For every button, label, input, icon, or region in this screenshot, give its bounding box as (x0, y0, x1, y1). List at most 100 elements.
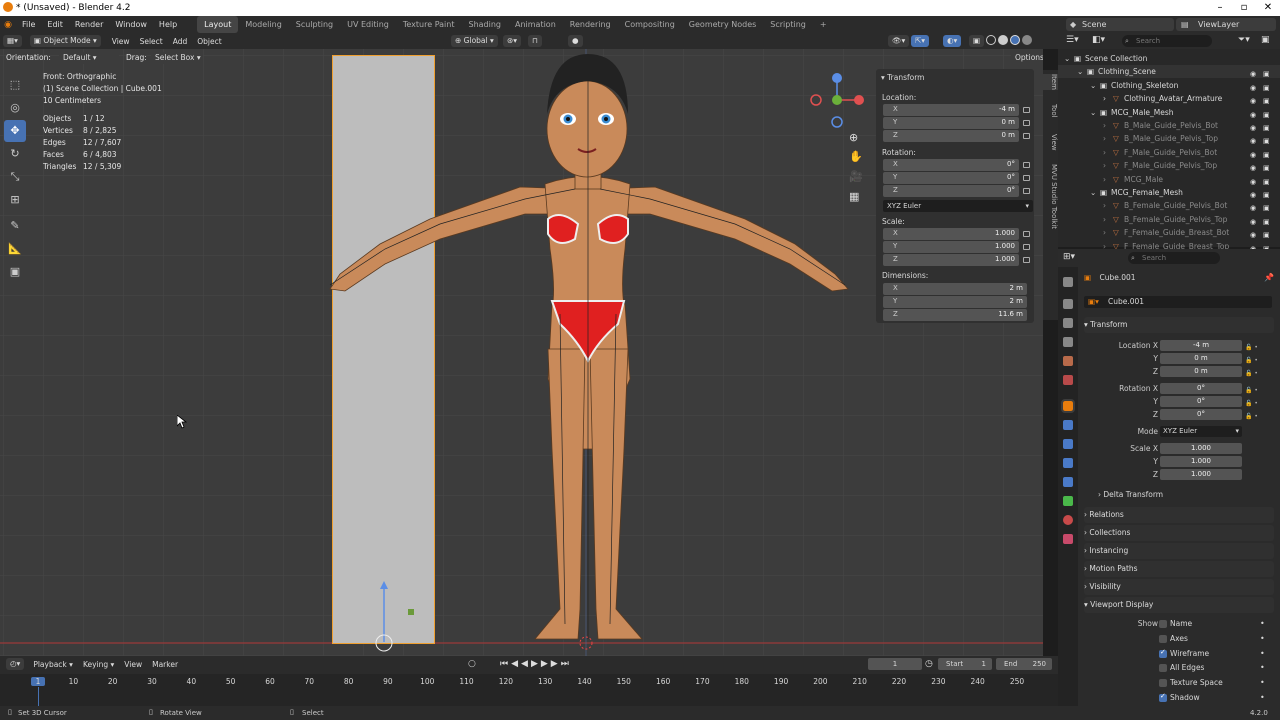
render-camera-icon[interactable]: ▣ (1263, 189, 1271, 199)
animate-property-icon[interactable]: • (1260, 678, 1265, 687)
expand-arrow-icon[interactable]: › (1103, 146, 1106, 159)
outliner-row[interactable]: ⌄ ▣ MCG_Male_Mesh ◉ ▣ (1058, 106, 1280, 119)
expand-arrow-icon[interactable]: › (1103, 199, 1106, 212)
outliner-row[interactable]: › ▽ F_Female_Guide_Breast_Bot ◉ ▣ (1058, 226, 1280, 239)
animate-property-icon[interactable]: • (1260, 693, 1265, 702)
editor-type-button[interactable]: ▦▾ (3, 35, 22, 47)
outliner-row[interactable]: › ▽ B_Male_Guide_Pelvis_Top ◉ ▣ (1058, 132, 1280, 145)
timeline-ruler[interactable]: 1 10 20 30 40 50 60 70 80 90 100 110 120 130 140 150 160… (0, 674, 1058, 706)
animate-property-icon[interactable]: • (1260, 649, 1265, 658)
prop-location-y[interactable]: 0 m (1160, 353, 1242, 364)
lock-icon[interactable] (1023, 107, 1030, 113)
location-z-field[interactable]: Z 0 m (883, 130, 1019, 142)
render-camera-icon[interactable]: ▣ (1263, 82, 1271, 92)
render-camera-icon[interactable]: ▣ (1263, 216, 1271, 226)
data-tab-icon[interactable] (1063, 496, 1073, 506)
lock-icon[interactable] (1023, 175, 1030, 181)
navigation-gizmo[interactable] (808, 71, 868, 131)
menu-add[interactable]: Add (168, 37, 193, 46)
outliner-row[interactable]: ⌄ ▣ Clothing_Skeleton ◉ ▣ (1058, 79, 1280, 92)
scene-tab-icon[interactable] (1063, 356, 1073, 366)
outliner-row[interactable]: › ▽ B_Female_Guide_Pelvis_Top ◉ ▣ (1058, 213, 1280, 226)
pivot-dropdown[interactable]: ⊛▾ (503, 35, 522, 47)
visibility-eye-icon[interactable]: ◉ (1250, 109, 1258, 119)
shading-modes[interactable] (986, 35, 1032, 45)
lock-icon[interactable] (1023, 257, 1030, 263)
outliner-row[interactable]: › ▽ MCG_Male ◉ ▣ (1058, 173, 1280, 186)
tab-layout[interactable]: Layout (197, 16, 239, 33)
proportional-edit-toggle[interactable]: ● (568, 35, 583, 47)
tab-shading[interactable]: Shading (461, 16, 508, 33)
outliner-row[interactable]: ⌄ ▣ MCG_Female_Mesh ◉ ▣ (1058, 186, 1280, 199)
material-tab-icon[interactable] (1063, 515, 1073, 525)
clock-icon[interactable]: ◷ (925, 659, 933, 669)
solid-shading-icon[interactable] (998, 35, 1008, 45)
xray-toggle[interactable]: ▣ (969, 35, 985, 47)
location-x-field[interactable]: X -4 m (883, 104, 1019, 116)
expand-arrow-icon[interactable]: ⌄ (1064, 52, 1070, 65)
expand-arrow-icon[interactable]: › (1103, 173, 1106, 186)
visibility-eye-icon[interactable]: ◉ (1250, 135, 1258, 145)
rendered-shading-icon[interactable] (1022, 35, 1032, 45)
start-frame-field[interactable]: Start 1 (938, 658, 992, 670)
outliner-row[interactable]: › ▽ B_Female_Guide_Pelvis_Bot ◉ ▣ (1058, 199, 1280, 212)
transform-section-header[interactable]: ▾ Transform (1084, 317, 1274, 333)
view-layer-tab-icon[interactable] (1063, 337, 1073, 347)
add-workspace-button[interactable]: + (813, 16, 834, 33)
prop-rotation-y[interactable]: 0° (1160, 396, 1242, 407)
prop-location-z[interactable]: 0 m (1160, 366, 1242, 377)
lock-icon[interactable]: 🔓 • (1245, 410, 1269, 423)
visibility-eye-icon[interactable]: ◉ (1250, 229, 1258, 239)
animate-property-icon[interactable]: • (1260, 663, 1265, 672)
show-option-checkbox[interactable] (1159, 679, 1167, 688)
lock-icon[interactable] (1023, 120, 1030, 126)
expand-arrow-icon[interactable]: ⌄ (1090, 79, 1096, 92)
measure-tool-icon[interactable]: 📐 (4, 238, 26, 260)
add-cube-tool-icon[interactable]: ▣ (4, 261, 26, 283)
pan-icon[interactable]: ✋ (849, 150, 863, 163)
menu-edit[interactable]: Edit (41, 16, 69, 33)
menu-object[interactable]: Object (192, 37, 226, 46)
visibility-eye-icon[interactable]: ◉ (1250, 162, 1258, 172)
dimensions-z-field[interactable]: Z 11.6 m (883, 309, 1027, 321)
visibility-eye-icon[interactable]: ◉ (1250, 189, 1258, 199)
visibility-eye-icon[interactable]: ◉ (1250, 95, 1258, 105)
tab-sculpting[interactable]: Sculpting (289, 16, 340, 33)
section-visibility[interactable]: › Visibility (1084, 579, 1274, 595)
transform-tool-icon[interactable]: ⊞ (4, 189, 26, 211)
section-motion-paths[interactable]: › Motion Paths (1084, 561, 1274, 577)
outliner-editor-icon[interactable]: ☰▾ (1066, 35, 1079, 45)
marker-menu[interactable]: Marker (147, 660, 183, 669)
physics-tab-icon[interactable] (1063, 458, 1073, 468)
render-camera-icon[interactable]: ▣ (1263, 176, 1271, 186)
outliner-row[interactable]: ⌄ ▣ Scene Collection (1058, 52, 1280, 65)
camera-view-icon[interactable]: 🎥 (849, 170, 863, 183)
tab-modeling[interactable]: Modeling (238, 16, 288, 33)
cursor-tool-icon[interactable]: ◎ (4, 97, 26, 119)
expand-arrow-icon[interactable]: › (1103, 213, 1106, 226)
playhead[interactable] (38, 687, 39, 706)
show-option-checkbox[interactable] (1159, 648, 1167, 658)
properties-search[interactable]: ⌕ Search (1128, 252, 1220, 264)
animate-property-icon[interactable]: • (1260, 634, 1265, 643)
lock-icon[interactable] (1023, 133, 1030, 139)
object-datablock-field[interactable]: ▣▾ Cube.001 (1084, 296, 1272, 308)
particles-tab-icon[interactable] (1063, 439, 1073, 449)
lock-icon[interactable]: 🔓 • (1245, 354, 1269, 367)
render-camera-icon[interactable]: ▣ (1263, 229, 1271, 239)
menu-help[interactable]: Help (153, 16, 183, 33)
expand-arrow-icon[interactable]: › (1103, 92, 1106, 105)
animate-property-icon[interactable]: • (1260, 619, 1265, 628)
scale-x-field[interactable]: X 1.000 (883, 228, 1019, 240)
expand-arrow-icon[interactable]: ⌄ (1077, 65, 1083, 78)
section-instancing[interactable]: › Instancing (1084, 543, 1274, 559)
prop-location-x[interactable]: -4 m (1160, 340, 1242, 351)
current-frame-field[interactable]: 1 (868, 658, 922, 670)
visibility-eye-icon[interactable]: ◉ (1250, 176, 1258, 186)
render-camera-icon[interactable]: ▣ (1263, 135, 1271, 145)
dimensions-y-field[interactable]: Y 2 m (883, 296, 1027, 308)
close-icon[interactable]: ✕ (1256, 0, 1280, 16)
scale-y-field[interactable]: Y 1.000 (883, 241, 1019, 253)
modifiers-tab-icon[interactable] (1063, 420, 1073, 430)
expand-arrow-icon[interactable]: › (1103, 159, 1106, 172)
